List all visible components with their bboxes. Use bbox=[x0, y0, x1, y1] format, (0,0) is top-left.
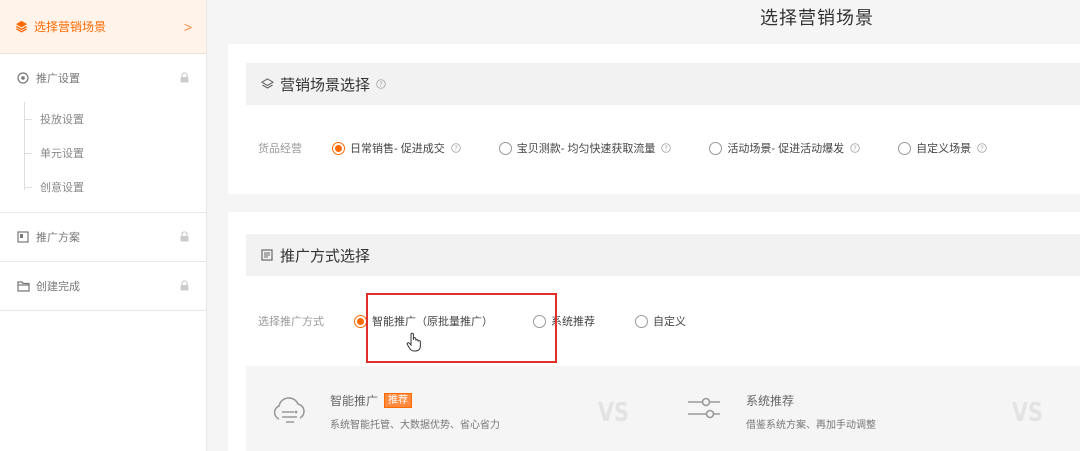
radio-custom[interactable]: 自定义 bbox=[635, 313, 686, 329]
section-title: 营销场景选择 bbox=[280, 76, 371, 94]
layers-icon bbox=[260, 77, 274, 91]
sidebar: 选择营销场景 > 推广设置 投放设置 单元设置 创意设置 推广方案 创建完成 bbox=[0, 0, 207, 451]
radio-label: 自定义场景 bbox=[916, 143, 972, 155]
folder-icon bbox=[16, 279, 30, 293]
cloud-icon bbox=[270, 392, 306, 428]
svg-text:?: ? bbox=[980, 145, 984, 153]
scene-card: 营销场景选择 ? 货品经营 日常销售- 促进成交 ? 宝贝测款- 均匀快速获取流… bbox=[228, 44, 1080, 194]
radio-event-scene[interactable]: 活动场景- 促进活动爆发 ? bbox=[709, 140, 860, 156]
radio-custom-scene[interactable]: 自定义场景 ? bbox=[898, 140, 987, 156]
sidebar-item-promotion-settings[interactable]: 推广设置 bbox=[0, 54, 206, 102]
compare-title-text: 系统推荐 bbox=[746, 394, 795, 408]
sidebar-item-label: 创建完成 bbox=[36, 281, 80, 293]
lock-icon bbox=[180, 280, 190, 292]
sidebar-item-select-scene[interactable]: 选择营销场景 > bbox=[0, 0, 206, 54]
vs-label: VS bbox=[597, 398, 629, 428]
radio-indicator[interactable] bbox=[332, 141, 345, 155]
help-icon[interactable]: ? bbox=[977, 143, 987, 153]
radio-daily-sales[interactable]: 日常销售- 促进成交 ? bbox=[332, 140, 461, 156]
radio-label: 日常销售- 促进成交 bbox=[350, 143, 445, 155]
svg-text:?: ? bbox=[665, 145, 669, 153]
lock-icon bbox=[180, 231, 190, 243]
document-icon bbox=[260, 248, 274, 262]
compare-panel: 智能推广 推荐 系统智能托管、大数据优势、省心省力 VS 系统推荐 借鉴系统方案… bbox=[246, 366, 1080, 451]
compare-title-text: 智能推广 bbox=[330, 394, 379, 408]
method-card: 推广方式选择 选择推广方式 智能推广（原批量推广） 系统推荐 自定义 智能推广 … bbox=[228, 212, 1080, 451]
main-content: 选择营销场景 营销场景选择 ? 货品经营 日常销售- 促进成交 ? 宝贝测款- … bbox=[208, 0, 1080, 451]
sidebar-group-complete: 创建完成 bbox=[0, 262, 206, 311]
sliders-icon bbox=[686, 392, 722, 428]
sidebar-item-complete[interactable]: 创建完成 bbox=[0, 262, 206, 310]
sidebar-sub-item-creative[interactable]: 创意设置 bbox=[24, 170, 206, 204]
svg-text:?: ? bbox=[454, 145, 458, 153]
radio-product-test[interactable]: 宝贝测款- 均匀快速获取流量 ? bbox=[498, 140, 672, 156]
section-title: 推广方式选择 bbox=[280, 247, 371, 265]
layers-icon bbox=[14, 20, 28, 34]
sidebar-sub-list: 投放设置 单元设置 创意设置 bbox=[0, 102, 206, 212]
compare-system-desc: 借鉴系统方案、再加手动调整 bbox=[746, 420, 876, 431]
vs-label: VS bbox=[1011, 398, 1043, 428]
row-label: 货品经营 bbox=[258, 143, 302, 155]
section-header-scene: 营销场景选择 ? bbox=[246, 63, 1080, 105]
recommend-badge: 推荐 bbox=[384, 393, 413, 408]
chevron-right-icon: > bbox=[183, 18, 192, 35]
svg-text:?: ? bbox=[379, 81, 383, 89]
help-icon[interactable]: ? bbox=[450, 143, 461, 153]
highlight-box bbox=[366, 293, 557, 363]
sidebar-group-promotion-settings: 推广设置 投放设置 单元设置 创意设置 bbox=[0, 54, 206, 213]
sidebar-group-promotion-plan: 推广方案 bbox=[0, 213, 206, 262]
page-title: 选择营销场景 bbox=[760, 8, 874, 28]
compare-smart-desc: 系统智能托管、大数据优势、省心省力 bbox=[330, 420, 500, 431]
radio-label: 宝贝测款- 均匀快速获取流量 bbox=[516, 143, 656, 155]
sidebar-sub-item-unit[interactable]: 单元设置 bbox=[24, 136, 206, 170]
lock-icon bbox=[180, 72, 190, 84]
sidebar-item-label: 推广方案 bbox=[36, 232, 80, 244]
sidebar-item-label: 选择营销场景 bbox=[34, 20, 107, 34]
row-label: 选择推广方式 bbox=[258, 316, 324, 328]
help-icon[interactable]: ? bbox=[661, 143, 672, 153]
help-icon[interactable]: ? bbox=[850, 143, 860, 153]
compare-smart-title: 智能推广 推荐 bbox=[330, 392, 413, 409]
document-icon bbox=[16, 230, 30, 244]
sidebar-item-label: 推广设置 bbox=[36, 73, 80, 85]
scene-row: 货品经营 日常销售- 促进成交 ? 宝贝测款- 均匀快速获取流量 ? 活动场景-… bbox=[258, 139, 1080, 157]
hand-cursor-icon bbox=[406, 332, 422, 352]
radio-label: 系统推荐 bbox=[551, 316, 595, 328]
radio-label: 活动场景- 促进活动爆发 bbox=[727, 143, 845, 155]
radio-label: 自定义 bbox=[653, 316, 686, 328]
radio-indicator[interactable] bbox=[709, 141, 723, 155]
help-icon[interactable]: ? bbox=[376, 79, 386, 89]
target-icon bbox=[16, 71, 30, 85]
radio-indicator[interactable] bbox=[898, 141, 912, 155]
compare-system-title: 系统推荐 bbox=[746, 392, 794, 409]
svg-text:?: ? bbox=[853, 145, 857, 153]
sidebar-item-promotion-plan[interactable]: 推广方案 bbox=[0, 213, 206, 261]
sidebar-sub-item-delivery[interactable]: 投放设置 bbox=[24, 102, 206, 136]
radio-indicator[interactable] bbox=[498, 141, 512, 155]
section-header-method: 推广方式选择 bbox=[246, 234, 1080, 276]
radio-indicator[interactable] bbox=[635, 314, 648, 328]
